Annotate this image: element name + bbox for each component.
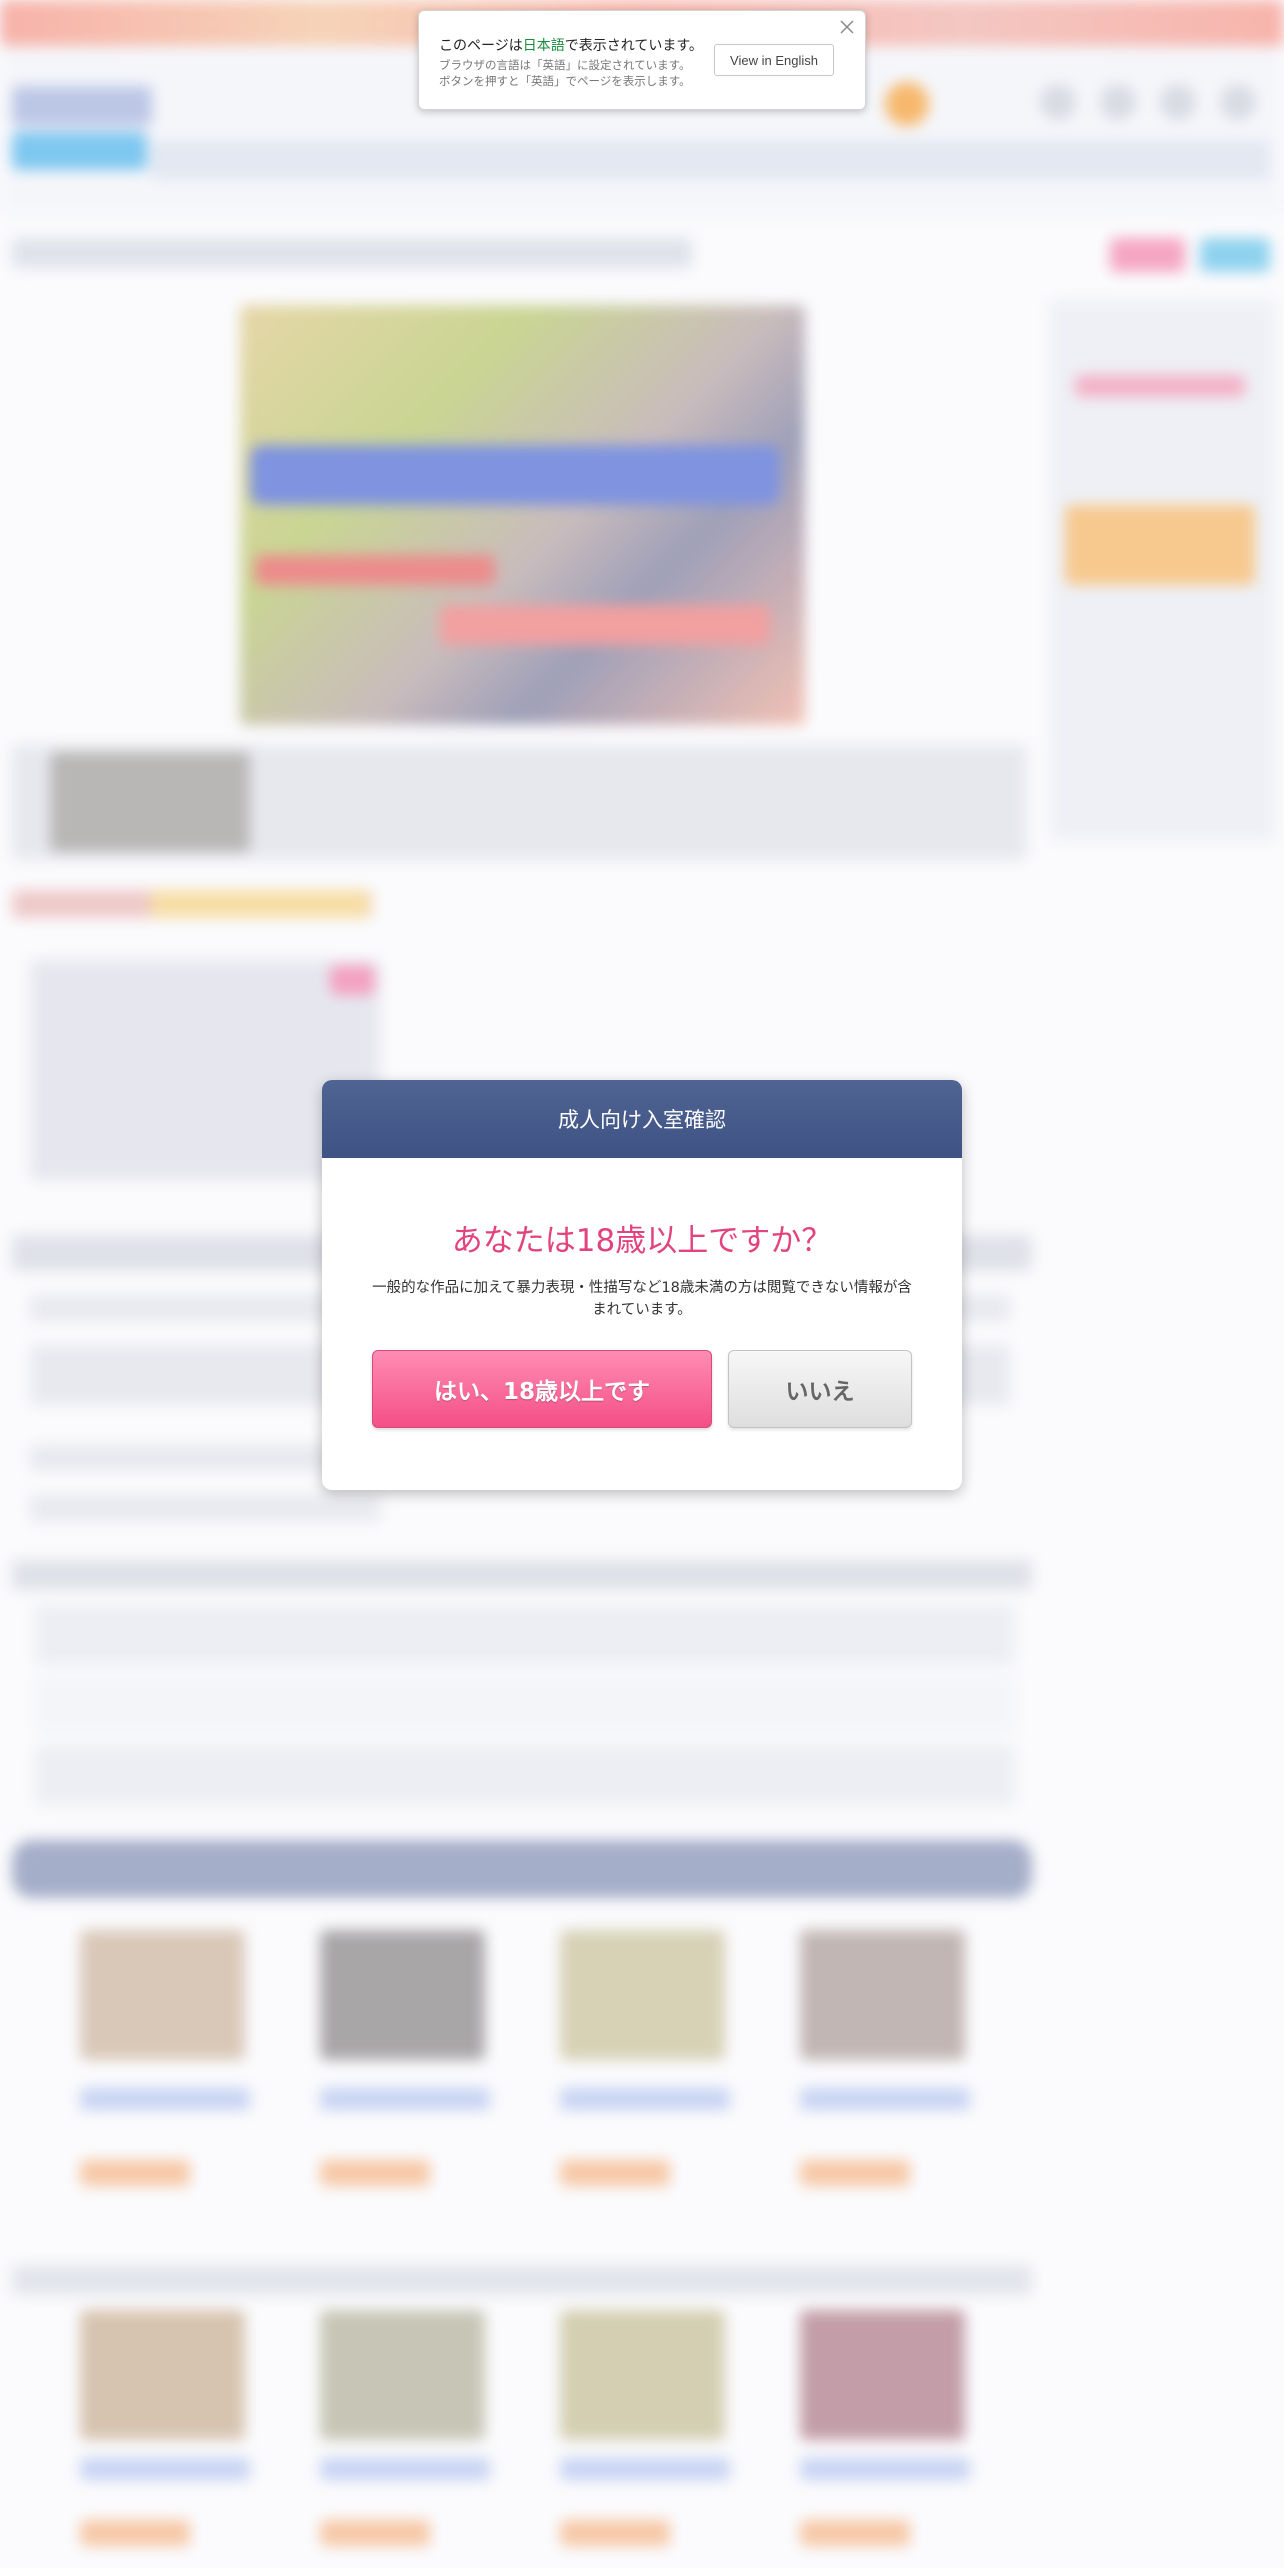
product-card-image	[800, 1930, 965, 2060]
product-card-title	[320, 2458, 490, 2480]
modal-title: 成人向け入室確認	[322, 1080, 962, 1158]
close-icon[interactable]	[837, 17, 857, 37]
site-sub-logo	[12, 132, 147, 170]
site-logo	[12, 86, 152, 126]
product-card-image	[320, 2310, 485, 2440]
section-heading	[12, 1560, 1032, 1590]
confirm-age-yes-button[interactable]: はい、18歳以上です	[372, 1350, 712, 1428]
product-card-image	[80, 2310, 245, 2440]
spec-table-row	[35, 1675, 1015, 1735]
translate-subtext: ブラウザの言語は「英語」に設定されています。 ボタンを押すと「英語」でページを表…	[439, 57, 691, 89]
thumbnail	[50, 752, 250, 852]
age-question: あなたは18歳以上ですか？	[451, 1223, 833, 1259]
header-action-button	[1110, 238, 1185, 272]
product-image-band	[255, 555, 495, 585]
header-badge	[885, 82, 929, 126]
sidebar-item	[1075, 375, 1245, 397]
product-card-image	[560, 1930, 725, 2060]
translate-message: このページは日本語で表示されています。	[439, 35, 703, 55]
translate-message-prefix: このページは	[439, 38, 523, 54]
spec-table-row	[35, 1605, 1015, 1665]
age-description: 一般的な作品に加えて暴力表現・性描写など18歳未満の方は閲覧できない情報が含まれ…	[372, 1280, 912, 1318]
product-card-image	[560, 2310, 725, 2440]
spec-table-row	[35, 1745, 1015, 1805]
header-action-button	[1200, 238, 1270, 272]
product-card-title	[800, 2458, 970, 2480]
product-card-title	[80, 2088, 250, 2110]
product-card-price	[320, 2160, 430, 2186]
info-badge	[330, 965, 375, 995]
product-card-image	[800, 2310, 965, 2440]
product-card-price	[800, 2160, 910, 2186]
description-line	[30, 1495, 380, 1521]
translate-notification: このページは日本語で表示されています。 ブラウザの言語は「英語」に設定されていま…	[418, 10, 866, 110]
product-card-image	[320, 1930, 485, 2060]
breadcrumb	[12, 238, 692, 268]
product-image-band	[250, 445, 780, 505]
header-icon	[1040, 84, 1076, 120]
section-heading	[12, 2265, 1032, 2295]
product-card-price	[560, 2520, 670, 2546]
recommend-banner	[12, 1840, 1032, 1898]
tag-row	[150, 890, 370, 918]
product-card-image	[80, 1930, 245, 2060]
product-card-price	[320, 2520, 430, 2546]
product-card-price	[800, 2520, 910, 2546]
product-card-price	[560, 2160, 670, 2186]
product-card-title	[320, 2088, 490, 2110]
age-verification-modal: 成人向け入室確認 あなたは18歳以上ですか？ 一般的な作品に加えて暴力表現・性描…	[322, 1080, 962, 1490]
product-card-price	[80, 2520, 190, 2546]
view-in-english-button[interactable]: View in English	[714, 44, 834, 76]
translate-subtext-line: ボタンを押すと「英語」でページを表示します。	[439, 74, 691, 88]
product-card-title	[560, 2458, 730, 2480]
product-card-title	[800, 2088, 970, 2110]
main-nav	[150, 140, 1270, 180]
translate-language: 日本語	[522, 38, 565, 54]
translate-subtext-line: ブラウザの言語は「英語」に設定されています。	[439, 58, 691, 72]
product-card-price	[80, 2160, 190, 2186]
sidebar-promo	[1065, 505, 1255, 585]
header-icon	[1220, 84, 1256, 120]
translate-message-suffix: で表示されています。	[564, 38, 703, 54]
product-card-title	[80, 2458, 250, 2480]
product-image-band	[440, 605, 770, 645]
header-icon	[1160, 84, 1196, 120]
confirm-age-no-button[interactable]: いいえ	[728, 1350, 912, 1428]
product-card-title	[560, 2088, 730, 2110]
header-icon	[1100, 84, 1136, 120]
product-main-image	[240, 305, 805, 725]
